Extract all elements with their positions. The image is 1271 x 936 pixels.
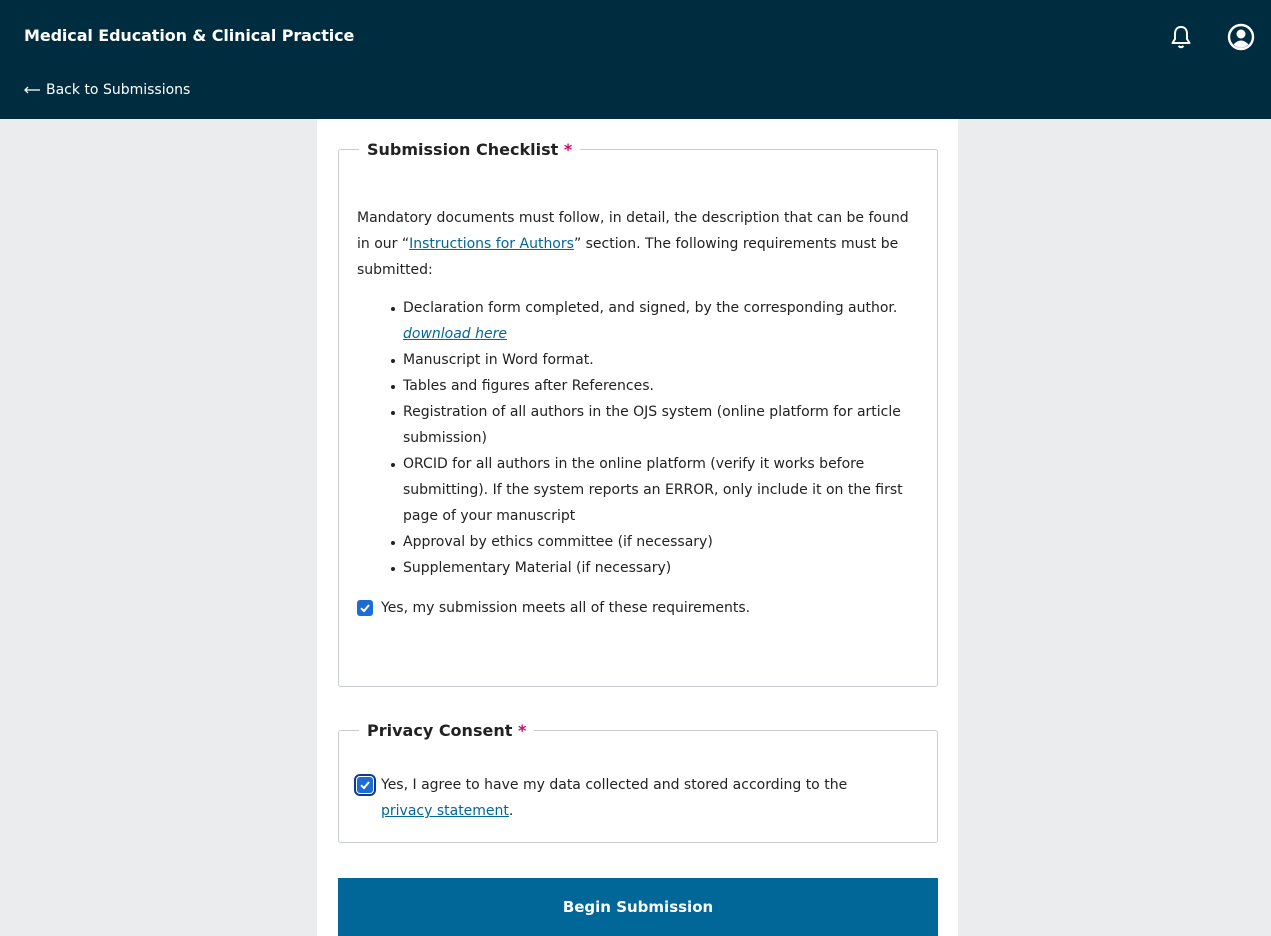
required-mark: * [563,140,573,159]
left-arrow-icon [24,82,40,98]
privacy-consent: Privacy Consent * Yes, I agree to have m… [338,721,938,843]
privacy-statement-link[interactable]: privacy statement [381,803,509,819]
checklist-intro: Mandatory documents must follow, in deta… [357,210,909,278]
privacy-consent-label: Yes, I agree to have my data collected a… [381,777,848,819]
download-here-link[interactable]: download here [403,326,507,342]
journal-title: Medical Education & Clinical Practice [24,26,355,45]
list-item: Tables and figures after References. [389,373,919,399]
top-bar: Medical Education & Clinical Practice Ba… [0,0,1271,119]
privacy-legend: Privacy Consent * [367,721,527,740]
list-item: Registration of all authors in the OJS s… [389,399,919,451]
back-to-submissions-link[interactable]: Back to Submissions [24,82,190,98]
submission-checklist: Submission Checklist * Mandatory documen… [338,140,938,687]
begin-submission-button[interactable]: Begin Submission [338,878,938,936]
requirements-list: Declaration form completed, and signed, … [357,295,919,581]
list-item: Declaration form completed, and signed, … [389,295,919,347]
list-item: Approval by ethics committee (if necessa… [389,529,919,555]
list-item: Supplementary Material (if necessary) [389,555,919,581]
checklist-confirm-label: Yes, my submission meets all of these re… [381,600,751,616]
privacy-consent-checkbox[interactable] [354,774,376,796]
back-label: Back to Submissions [46,82,191,98]
privacy-consent-row[interactable]: Yes, I agree to have my data collected a… [354,772,919,824]
list-item: Manuscript in Word format. [389,347,919,373]
checklist-legend: Submission Checklist * [367,140,573,159]
submission-panel: Submission Checklist * Mandatory documen… [317,119,958,936]
list-item: ORCID for all authors in the online plat… [389,451,919,529]
user-icon[interactable] [1226,22,1256,52]
required-mark: * [517,721,527,740]
bell-icon[interactable] [1166,22,1196,52]
checklist-confirm-row[interactable]: Yes, my submission meets all of these re… [357,595,919,621]
checklist-confirm-checkbox[interactable] [357,600,373,616]
instructions-for-authors-link[interactable]: Instructions for Authors [409,236,574,252]
